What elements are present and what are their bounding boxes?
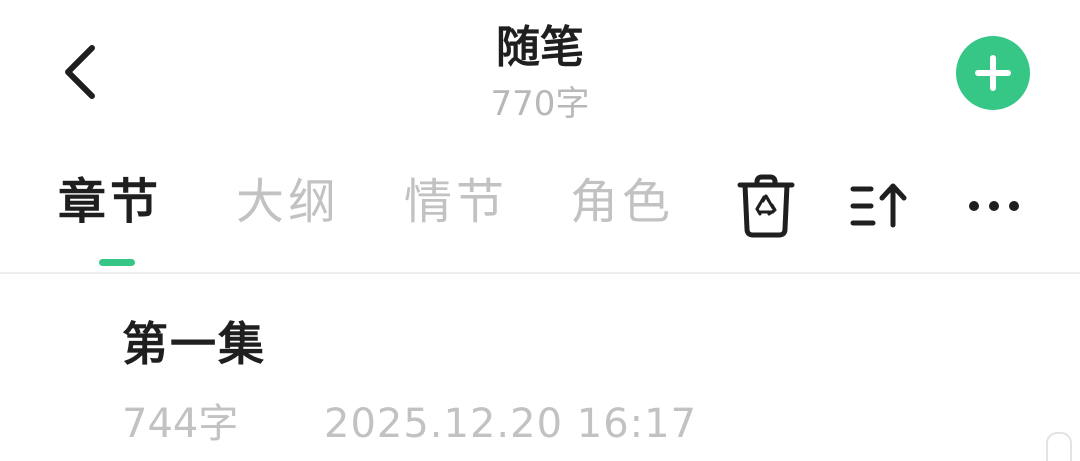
chapter-word-count: 744字	[122, 401, 239, 447]
recycle-bin-icon	[737, 174, 795, 238]
more-icon	[969, 201, 1019, 211]
recycle-bin-button[interactable]	[734, 172, 798, 240]
tab-plot[interactable]: 情节	[404, 170, 508, 234]
add-chapter-button[interactable]	[956, 36, 1030, 110]
plus-icon	[975, 55, 1011, 91]
sort-button[interactable]	[848, 172, 912, 240]
chapter-title: 第一集	[122, 317, 266, 371]
tab-outline[interactable]: 大纲	[236, 170, 340, 234]
chapter-list-item[interactable]: 第一集 744字 2025.12.20 16:17	[0, 280, 1080, 461]
more-button[interactable]	[962, 172, 1026, 240]
page-title: 随笔	[496, 22, 584, 73]
active-tab-indicator	[99, 259, 135, 266]
total-word-count: 770字	[490, 84, 590, 124]
scroll-handle[interactable]	[1046, 432, 1072, 461]
chapter-updated-time: 2025.12.20 16:17	[324, 401, 698, 447]
header-divider	[0, 272, 1080, 274]
tab-characters[interactable]: 角色	[570, 170, 674, 234]
tab-chapters[interactable]: 章节	[58, 170, 162, 234]
sort-ascending-icon	[850, 183, 907, 228]
novel-editor-screen: 随笔 770字 章节 大纲 情节 角色 第一集 744字 2025.12.20 …	[0, 0, 1080, 461]
